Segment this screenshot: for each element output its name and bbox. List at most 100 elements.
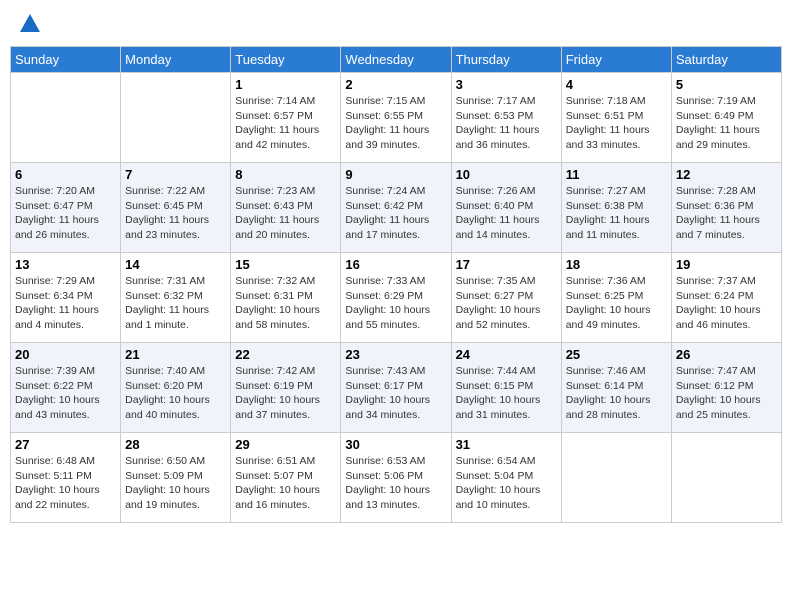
- day-info: Sunrise: 7:19 AM Sunset: 6:49 PM Dayligh…: [676, 94, 777, 153]
- calendar-cell: 18 Sunrise: 7:36 AM Sunset: 6:25 PM Dayli…: [561, 253, 671, 343]
- calendar-cell: 21 Sunrise: 7:40 AM Sunset: 6:20 PM Dayli…: [121, 343, 231, 433]
- day-number: 26: [676, 347, 777, 362]
- calendar-week-row: 27Sunrise: 6:48 AM Sunset: 5:11 PM Dayli…: [11, 433, 782, 523]
- day-number: 11: [566, 167, 667, 182]
- day-number: 16: [345, 257, 446, 272]
- calendar-cell: 1 Sunrise: 7:14 AM Sunset: 6:57 PM Daylig…: [231, 73, 341, 163]
- day-number: 13: [15, 257, 116, 272]
- calendar-cell: 16 Sunrise: 7:33 AM Sunset: 6:29 PM Dayli…: [341, 253, 451, 343]
- day-info: Sunrise: 7:23 AM Sunset: 6:43 PM Dayligh…: [235, 184, 336, 243]
- calendar-week-row: 13Sunrise: 7:29 AM Sunset: 6:34 PM Dayli…: [11, 253, 782, 343]
- day-number: 20: [15, 347, 116, 362]
- calendar-cell: 20Sunrise: 7:39 AM Sunset: 6:22 PM Dayli…: [11, 343, 121, 433]
- day-number: 19: [676, 257, 777, 272]
- calendar-cell: 13Sunrise: 7:29 AM Sunset: 6:34 PM Dayli…: [11, 253, 121, 343]
- day-number: 15: [235, 257, 336, 272]
- day-info: Sunrise: 7:27 AM Sunset: 6:38 PM Dayligh…: [566, 184, 667, 243]
- calendar-cell: 19 Sunrise: 7:37 AM Sunset: 6:24 PM Dayli…: [671, 253, 781, 343]
- day-number: 4: [566, 77, 667, 92]
- day-number: 2: [345, 77, 446, 92]
- day-info: Sunrise: 6:50 AM Sunset: 5:09 PM Dayligh…: [125, 454, 226, 513]
- day-info: Sunrise: 7:36 AM Sunset: 6:25 PM Dayligh…: [566, 274, 667, 333]
- calendar-cell: 5 Sunrise: 7:19 AM Sunset: 6:49 PM Daylig…: [671, 73, 781, 163]
- day-number: 25: [566, 347, 667, 362]
- calendar-cell: 23Sunrise: 7:43 AM Sunset: 6:17 PM Dayli…: [341, 343, 451, 433]
- day-info: Sunrise: 7:22 AM Sunset: 6:45 PM Dayligh…: [125, 184, 226, 243]
- day-header-saturday: Saturday: [671, 47, 781, 73]
- day-info: Sunrise: 7:35 AM Sunset: 6:27 PM Dayligh…: [456, 274, 557, 333]
- day-info: Sunrise: 7:18 AM Sunset: 6:51 PM Dayligh…: [566, 94, 667, 153]
- calendar-cell: 15 Sunrise: 7:32 AM Sunset: 6:31 PM Dayli…: [231, 253, 341, 343]
- calendar-cell: [561, 433, 671, 523]
- day-number: 3: [456, 77, 557, 92]
- calendar-cell: 2Sunrise: 7:15 AM Sunset: 6:55 PM Daylig…: [341, 73, 451, 163]
- day-info: Sunrise: 7:42 AM Sunset: 6:19 PM Dayligh…: [235, 364, 336, 423]
- calendar-cell: 12 Sunrise: 7:28 AM Sunset: 6:36 PM Dayli…: [671, 163, 781, 253]
- calendar-cell: 11 Sunrise: 7:27 AM Sunset: 6:38 PM Dayli…: [561, 163, 671, 253]
- calendar-cell: 17 Sunrise: 7:35 AM Sunset: 6:27 PM Dayli…: [451, 253, 561, 343]
- calendar-week-row: 6 Sunrise: 7:20 AM Sunset: 6:47 PM Daylig…: [11, 163, 782, 253]
- day-info: Sunrise: 7:14 AM Sunset: 6:57 PM Dayligh…: [235, 94, 336, 153]
- calendar-cell: 24 Sunrise: 7:44 AM Sunset: 6:15 PM Dayli…: [451, 343, 561, 433]
- calendar-cell: 10 Sunrise: 7:26 AM Sunset: 6:40 PM Dayli…: [451, 163, 561, 253]
- day-number: 7: [125, 167, 226, 182]
- day-info: Sunrise: 7:40 AM Sunset: 6:20 PM Dayligh…: [125, 364, 226, 423]
- days-header-row: SundayMondayTuesdayWednesdayThursdayFrid…: [11, 47, 782, 73]
- day-number: 29: [235, 437, 336, 452]
- calendar-cell: 27Sunrise: 6:48 AM Sunset: 5:11 PM Dayli…: [11, 433, 121, 523]
- day-info: Sunrise: 7:32 AM Sunset: 6:31 PM Dayligh…: [235, 274, 336, 333]
- day-header-monday: Monday: [121, 47, 231, 73]
- calendar-cell: 25 Sunrise: 7:46 AM Sunset: 6:14 PM Dayli…: [561, 343, 671, 433]
- day-info: Sunrise: 6:51 AM Sunset: 5:07 PM Dayligh…: [235, 454, 336, 513]
- calendar-cell: [671, 433, 781, 523]
- day-header-wednesday: Wednesday: [341, 47, 451, 73]
- calendar-cell: 31Sunrise: 6:54 AM Sunset: 5:04 PM Dayli…: [451, 433, 561, 523]
- day-number: 10: [456, 167, 557, 182]
- day-number: 12: [676, 167, 777, 182]
- day-info: Sunrise: 6:48 AM Sunset: 5:11 PM Dayligh…: [15, 454, 116, 513]
- day-info: Sunrise: 7:43 AM Sunset: 6:17 PM Dayligh…: [345, 364, 446, 423]
- calendar-cell: 30 Sunrise: 6:53 AM Sunset: 5:06 PM Dayli…: [341, 433, 451, 523]
- day-number: 14: [125, 257, 226, 272]
- calendar-cell: 14Sunrise: 7:31 AM Sunset: 6:32 PM Dayli…: [121, 253, 231, 343]
- day-info: Sunrise: 7:28 AM Sunset: 6:36 PM Dayligh…: [676, 184, 777, 243]
- calendar-week-row: 1 Sunrise: 7:14 AM Sunset: 6:57 PM Daylig…: [11, 73, 782, 163]
- day-number: 21: [125, 347, 226, 362]
- day-info: Sunrise: 7:44 AM Sunset: 6:15 PM Dayligh…: [456, 364, 557, 423]
- day-number: 18: [566, 257, 667, 272]
- day-header-tuesday: Tuesday: [231, 47, 341, 73]
- calendar-cell: [11, 73, 121, 163]
- logo-triangle-icon: [20, 14, 40, 32]
- day-number: 5: [676, 77, 777, 92]
- day-number: 17: [456, 257, 557, 272]
- day-number: 30: [345, 437, 446, 452]
- logo: [18, 14, 40, 34]
- day-number: 6: [15, 167, 116, 182]
- calendar-cell: 28Sunrise: 6:50 AM Sunset: 5:09 PM Dayli…: [121, 433, 231, 523]
- day-info: Sunrise: 7:26 AM Sunset: 6:40 PM Dayligh…: [456, 184, 557, 243]
- calendar-cell: 6 Sunrise: 7:20 AM Sunset: 6:47 PM Daylig…: [11, 163, 121, 253]
- day-header-sunday: Sunday: [11, 47, 121, 73]
- calendar-cell: 22 Sunrise: 7:42 AM Sunset: 6:19 PM Dayli…: [231, 343, 341, 433]
- calendar-cell: 26 Sunrise: 7:47 AM Sunset: 6:12 PM Dayli…: [671, 343, 781, 433]
- day-info: Sunrise: 7:46 AM Sunset: 6:14 PM Dayligh…: [566, 364, 667, 423]
- day-header-thursday: Thursday: [451, 47, 561, 73]
- day-info: Sunrise: 7:20 AM Sunset: 6:47 PM Dayligh…: [15, 184, 116, 243]
- day-number: 22: [235, 347, 336, 362]
- calendar-cell: 3 Sunrise: 7:17 AM Sunset: 6:53 PM Daylig…: [451, 73, 561, 163]
- day-number: 1: [235, 77, 336, 92]
- calendar-week-row: 20Sunrise: 7:39 AM Sunset: 6:22 PM Dayli…: [11, 343, 782, 433]
- day-info: Sunrise: 6:53 AM Sunset: 5:06 PM Dayligh…: [345, 454, 446, 513]
- day-info: Sunrise: 7:33 AM Sunset: 6:29 PM Dayligh…: [345, 274, 446, 333]
- day-header-friday: Friday: [561, 47, 671, 73]
- day-info: Sunrise: 7:24 AM Sunset: 6:42 PM Dayligh…: [345, 184, 446, 243]
- day-info: Sunrise: 7:47 AM Sunset: 6:12 PM Dayligh…: [676, 364, 777, 423]
- day-number: 31: [456, 437, 557, 452]
- day-info: Sunrise: 7:37 AM Sunset: 6:24 PM Dayligh…: [676, 274, 777, 333]
- calendar-cell: 4 Sunrise: 7:18 AM Sunset: 6:51 PM Daylig…: [561, 73, 671, 163]
- day-info: Sunrise: 7:17 AM Sunset: 6:53 PM Dayligh…: [456, 94, 557, 153]
- day-number: 24: [456, 347, 557, 362]
- calendar-cell: 8Sunrise: 7:23 AM Sunset: 6:43 PM Daylig…: [231, 163, 341, 253]
- calendar-cell: 9Sunrise: 7:24 AM Sunset: 6:42 PM Daylig…: [341, 163, 451, 253]
- calendar-cell: [121, 73, 231, 163]
